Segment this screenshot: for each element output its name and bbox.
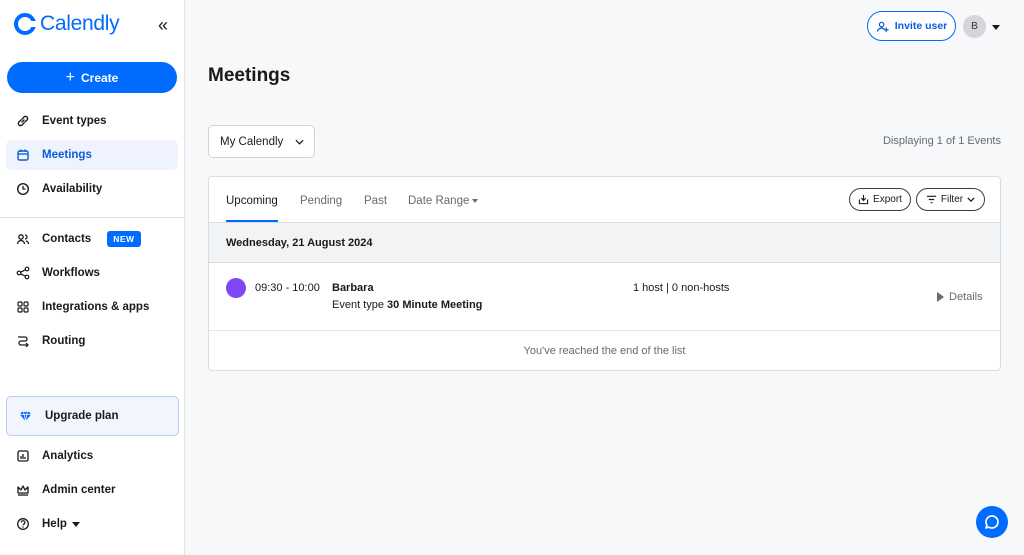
clock-icon (16, 182, 30, 196)
upgrade-plan-button[interactable]: Upgrade plan (6, 396, 179, 436)
add-user-icon (876, 20, 889, 33)
invitee-name: Barbara (332, 282, 374, 294)
help-icon (16, 517, 30, 531)
details-label: Details (949, 291, 983, 303)
sidebar-item-label: Admin center (42, 484, 116, 496)
chevron-down-icon (71, 521, 80, 527)
new-badge: NEW (107, 231, 141, 247)
workflow-icon (16, 266, 30, 280)
export-label: Export (873, 194, 902, 205)
calendly-logo-icon (14, 13, 37, 35)
link-icon (16, 114, 30, 128)
calendar-icon (16, 148, 30, 162)
event-time: 09:30 - 10:00 (255, 282, 320, 294)
export-icon (858, 194, 869, 205)
chevron-down-icon (295, 139, 304, 145)
tab-pending[interactable]: Pending (300, 195, 342, 207)
sidebar-item-label: Event types (42, 115, 107, 127)
export-button[interactable]: Export (849, 188, 911, 211)
sidebar-item-routing[interactable]: Routing (6, 326, 178, 356)
sidebar-item-label: Integrations & apps (42, 301, 150, 313)
details-toggle[interactable]: Details (937, 291, 983, 303)
filter-label: Filter (940, 194, 964, 205)
sidebar-item-meetings[interactable]: Meetings (6, 140, 178, 170)
event-type-name: 30 Minute Meeting (387, 299, 483, 311)
chat-bubble-icon (984, 514, 1000, 530)
event-row[interactable]: 09:30 - 10:00 Barbara Event type 30 Minu… (209, 264, 1000, 331)
sidebar-item-label: Meetings (42, 149, 92, 161)
sidebar-item-label: Help (42, 518, 67, 530)
events-count-text: Displaying 1 of 1 Events (882, 135, 1001, 147)
page-title: Meetings (208, 65, 291, 86)
logo-text: Calendly (40, 12, 120, 35)
meetings-card: Upcoming Pending Past Date Range Export … (208, 176, 1001, 371)
create-label: Create (80, 70, 119, 85)
meetings-tabs: Upcoming Pending Past Date Range Export … (209, 177, 1000, 223)
tab-upcoming[interactable]: Upcoming (226, 195, 278, 207)
event-type-prefix: Event type (332, 299, 384, 311)
sidebar-item-admin-center[interactable]: Admin center (6, 475, 178, 505)
sidebar-item-event-types[interactable]: Event types (6, 106, 178, 136)
chevron-down-icon (472, 198, 479, 203)
end-of-list-text: You've reached the end of the list (523, 345, 686, 357)
diamond-icon (19, 410, 32, 423)
routing-icon (16, 334, 30, 348)
date-group-heading: Wednesday, 21 August 2024 (209, 223, 1000, 263)
create-button[interactable]: + Create (7, 62, 177, 93)
sidebar-item-workflows[interactable]: Workflows (6, 258, 178, 288)
sidebar-item-label: Availability (42, 183, 103, 195)
account-menu-caret-icon[interactable] (992, 25, 1000, 30)
contacts-icon (16, 232, 30, 246)
caret-right-icon (937, 292, 944, 302)
calendar-select[interactable]: My Calendly (208, 125, 315, 158)
sidebar-item-label: Contacts (42, 233, 92, 245)
tab-date-range[interactable]: Date Range (408, 195, 479, 207)
event-type: Event type 30 Minute Meeting (332, 299, 482, 311)
avatar[interactable]: B (963, 15, 986, 38)
sidebar-item-analytics[interactable]: Analytics (6, 441, 178, 471)
sidebar-item-label: Workflows (42, 267, 100, 279)
chevron-down-icon (967, 197, 975, 202)
invite-user-label: Invite user (894, 20, 948, 32)
calendar-select-value: My Calendly (220, 135, 284, 148)
filter-button[interactable]: Filter (916, 188, 985, 211)
event-color-dot (226, 278, 246, 298)
sidebar-divider (0, 217, 185, 218)
calendly-logo[interactable]: Calendly (14, 12, 120, 36)
sidebar-item-help[interactable]: Help (6, 509, 178, 539)
active-tab-indicator (226, 220, 278, 222)
chat-support-button[interactable] (976, 506, 1008, 538)
sidebar-item-label: Analytics (42, 450, 94, 462)
sidebar-item-availability[interactable]: Availability (6, 174, 178, 204)
crown-icon (16, 483, 30, 497)
sidebar-item-contacts[interactable]: Contacts NEW (6, 224, 178, 254)
sidebar-item-integrations[interactable]: Integrations & apps (6, 292, 178, 322)
tab-date-range-label: Date Range (408, 195, 470, 207)
plus-icon: + (65, 68, 75, 86)
chart-icon (16, 449, 30, 463)
sidebar: Calendly « + Create Event types Meetings… (0, 0, 185, 555)
invite-user-button[interactable]: Invite user (867, 11, 956, 41)
upgrade-label: Upgrade plan (45, 410, 119, 422)
tab-past[interactable]: Past (364, 195, 387, 207)
sidebar-item-label: Routing (42, 335, 86, 347)
event-hosts: 1 host | 0 non-hosts (633, 282, 730, 294)
collapse-sidebar-icon[interactable]: « (158, 16, 168, 34)
filter-icon (926, 194, 937, 205)
grid-icon (16, 300, 30, 314)
